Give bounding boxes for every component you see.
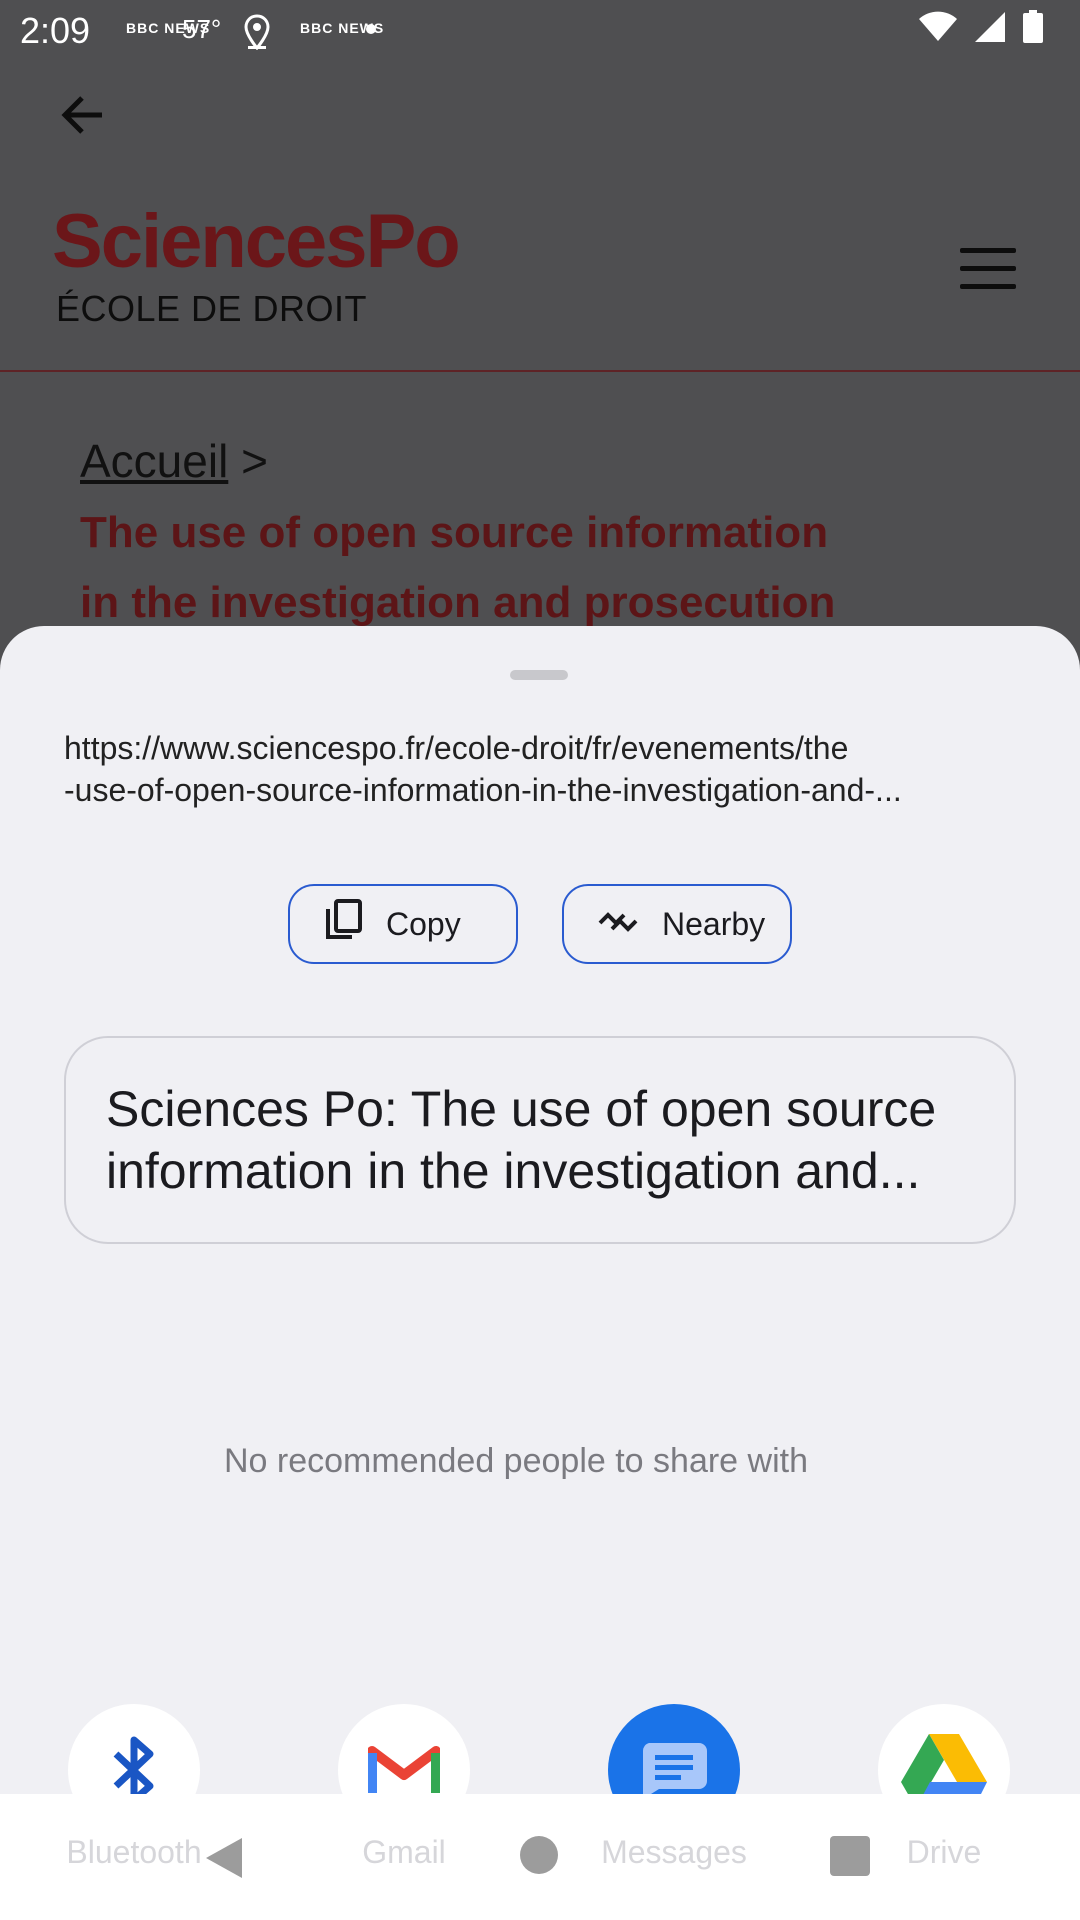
app-label-drive[interactable]: Drive <box>844 1834 1044 1871</box>
status-time: 2:09 <box>20 10 91 51</box>
battery-icon <box>1022 9 1044 53</box>
header-divider <box>0 370 1080 372</box>
preview-title-line2: information in the investigation and... <box>106 1143 921 1199</box>
nav-back-button[interactable] <box>204 1836 244 1880</box>
menu-button[interactable] <box>960 248 1016 289</box>
wifi-icon <box>918 10 958 52</box>
navigation-bar: Bluetooth Gmail Messages Drive <box>0 1794 1080 1920</box>
nav-home-button[interactable] <box>520 1836 558 1874</box>
preview-title-line1: Sciences Po: The use of open source <box>106 1081 937 1137</box>
site-logo[interactable]: SciencesPo <box>52 198 461 285</box>
drag-handle[interactable] <box>510 670 568 680</box>
copy-icon <box>324 899 362 949</box>
share-preview-card: Sciences Po: The use of open source info… <box>64 1036 1016 1244</box>
weather-temperature: 57° <box>182 14 222 44</box>
nav-recents-button[interactable] <box>830 1836 870 1876</box>
no-recommendations-text: No recommended people to share with <box>224 1442 808 1480</box>
app-label-gmail[interactable]: Gmail <box>304 1834 504 1871</box>
status-bar: 2:09 BBC NEWS 57° BBC NEWS <box>0 0 1080 64</box>
back-arrow-icon <box>61 96 102 134</box>
location-icon <box>244 14 270 59</box>
app-label-messages[interactable]: Messages <box>574 1834 774 1871</box>
site-logo-subtitle[interactable]: ÉCOLE DE DROIT <box>56 288 367 330</box>
page-title-line1: The use of open source information <box>80 508 829 557</box>
nearby-share-icon <box>598 905 638 943</box>
hamburger-icon <box>960 248 1016 253</box>
breadcrumb-home-link[interactable]: Accueil <box>80 435 228 487</box>
nearby-label: Nearby <box>662 905 766 942</box>
breadcrumb-separator: > <box>228 435 268 487</box>
cell-signal-icon <box>974 10 1006 52</box>
page-title-line2: in the investigation and prosecution <box>80 578 836 627</box>
notification-dot <box>366 24 376 34</box>
gmail-icon <box>368 1746 440 1793</box>
share-sheet: https://www.sciencespo.fr/ecole-droit/fr… <box>0 626 1080 1920</box>
breadcrumb: Accueil > <box>80 434 268 488</box>
copy-button[interactable]: Copy <box>288 884 518 964</box>
shared-url-line1: https://www.sciencespo.fr/ecole-droit/fr… <box>64 730 849 766</box>
back-button[interactable] <box>58 90 108 140</box>
shared-url-line2: -use-of-open-source-information-in-the-i… <box>64 772 902 808</box>
copy-label: Copy <box>386 905 461 942</box>
messages-icon <box>642 1743 707 1799</box>
nearby-button[interactable]: Nearby <box>562 884 792 964</box>
